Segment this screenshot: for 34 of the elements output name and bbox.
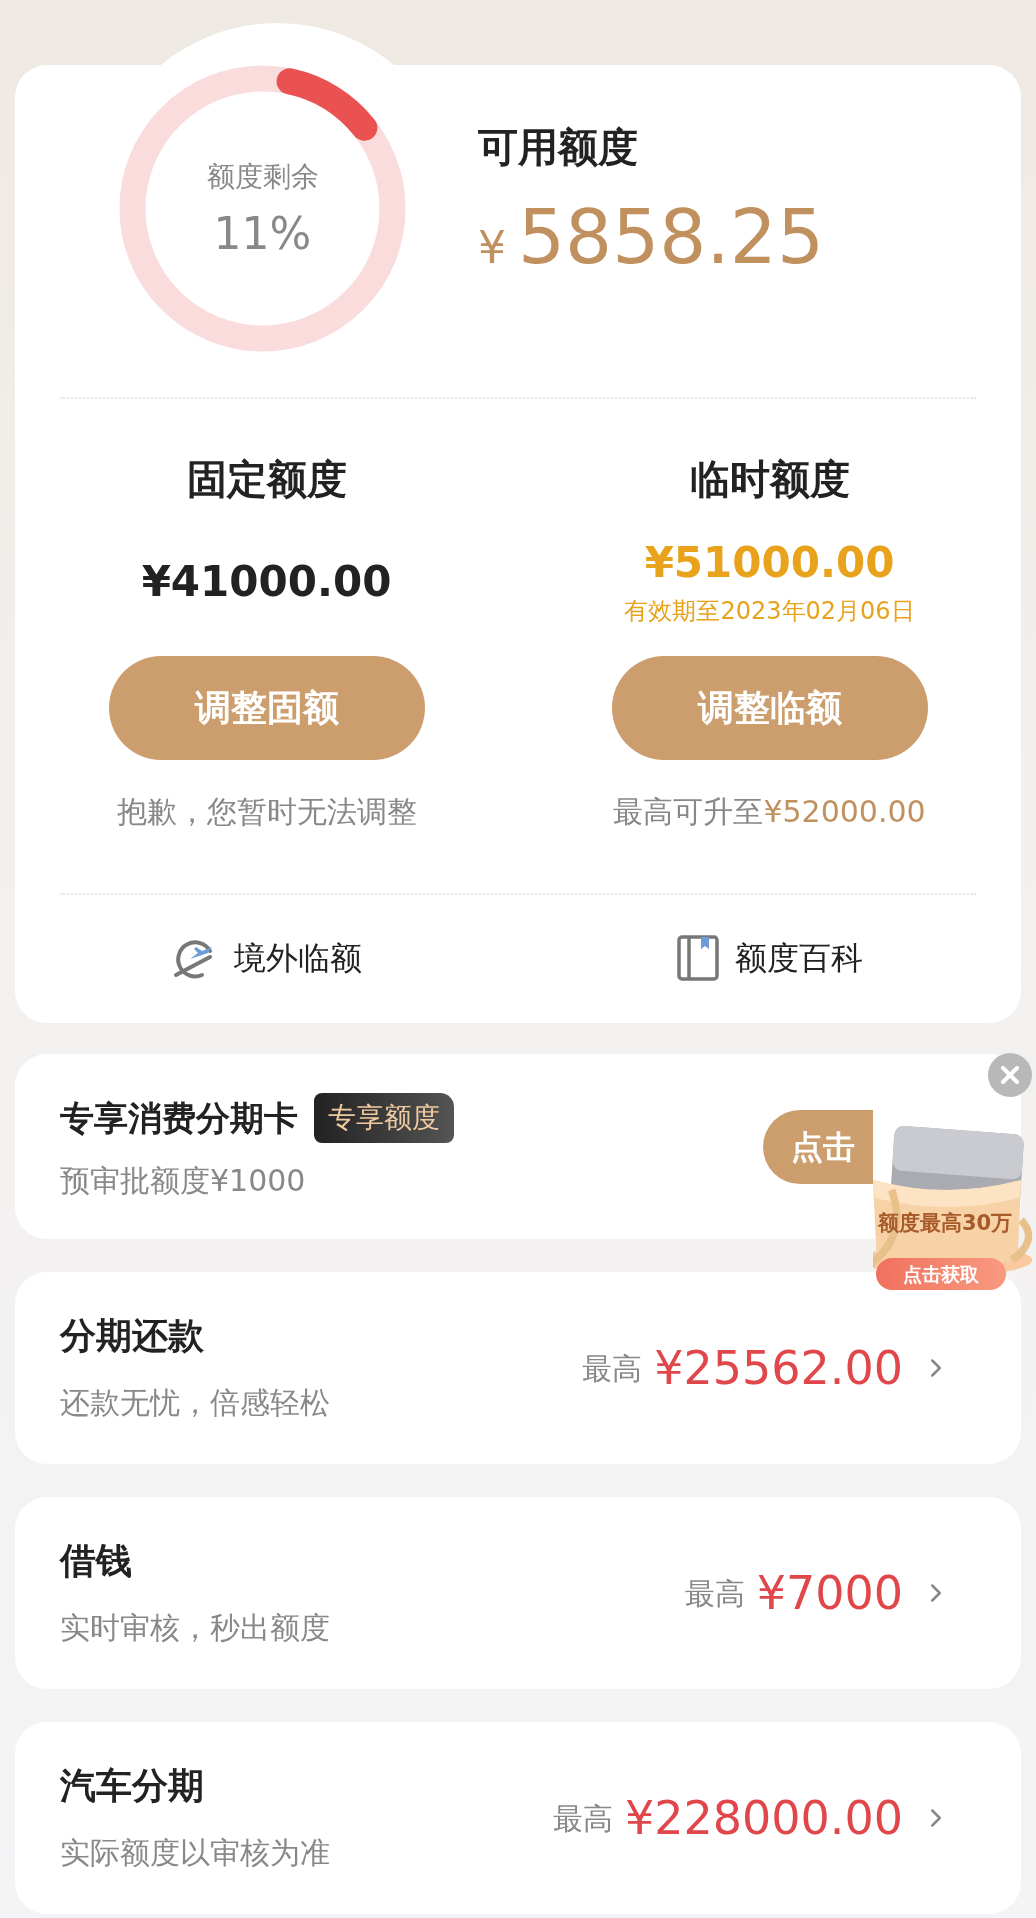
quick-link[interactable]: 额度百科 — [734, 934, 863, 982]
max-label: 最高 — [552, 1799, 613, 1838]
product-title: 汽车分期 — [60, 1764, 205, 1808]
product-title: 借钱 — [60, 1539, 133, 1583]
promo-title: 专享消费分期卡 — [60, 1096, 298, 1140]
product-subtitle: 还款无忧，倍感轻松 — [60, 1384, 331, 1422]
product-card[interactable]: 借钱 实时审核，秒出额度 最高 ¥7000 — [15, 1497, 1021, 1689]
book-icon — [676, 935, 719, 981]
available-amount: 5858.25 — [518, 197, 824, 277]
promo-subtitle: 预审批额度¥1000 — [60, 1161, 307, 1200]
product-title: 分期还款 — [60, 1314, 205, 1358]
currency-sign: ¥ — [478, 221, 506, 275]
product-amount: ¥228000.00 — [624, 1789, 903, 1847]
product-amount: ¥7000 — [756, 1564, 903, 1622]
limit-note: 抱歉，您暂时无法调整 — [116, 793, 417, 831]
available-title: 可用额度 — [478, 123, 639, 172]
max-label: 最高 — [684, 1574, 745, 1613]
ring-label: 额度剩余 — [206, 158, 319, 195]
limit-amount: ¥51000.00 — [644, 536, 895, 589]
ring-value: 11% — [213, 208, 312, 259]
limit-amount: ¥41000.00 — [141, 555, 392, 608]
promo-tag: 专享额度 — [314, 1092, 454, 1143]
product-subtitle: 实时审核，秒出额度 — [60, 1609, 331, 1647]
max-label: 最高 — [582, 1349, 643, 1388]
close-button[interactable] — [988, 1053, 1032, 1097]
ad-headline: 额度最高30万 — [878, 1210, 1013, 1236]
validity-text: 有效期至2023年02月06日 — [624, 595, 915, 627]
limit-title: 固定额度 — [186, 455, 347, 504]
limit-title: 临时额度 — [689, 455, 850, 504]
quick-link[interactable]: 境外临额 — [233, 934, 362, 982]
product-card[interactable]: 汽车分期 实际额度以审核为准 最高 ¥228000.00 — [15, 1722, 1021, 1914]
product-subtitle: 实际额度以审核为准 — [60, 1834, 331, 1872]
limit-note: 最高可升至¥52000.00 — [613, 793, 926, 831]
product-amount: ¥25562.00 — [654, 1339, 903, 1397]
